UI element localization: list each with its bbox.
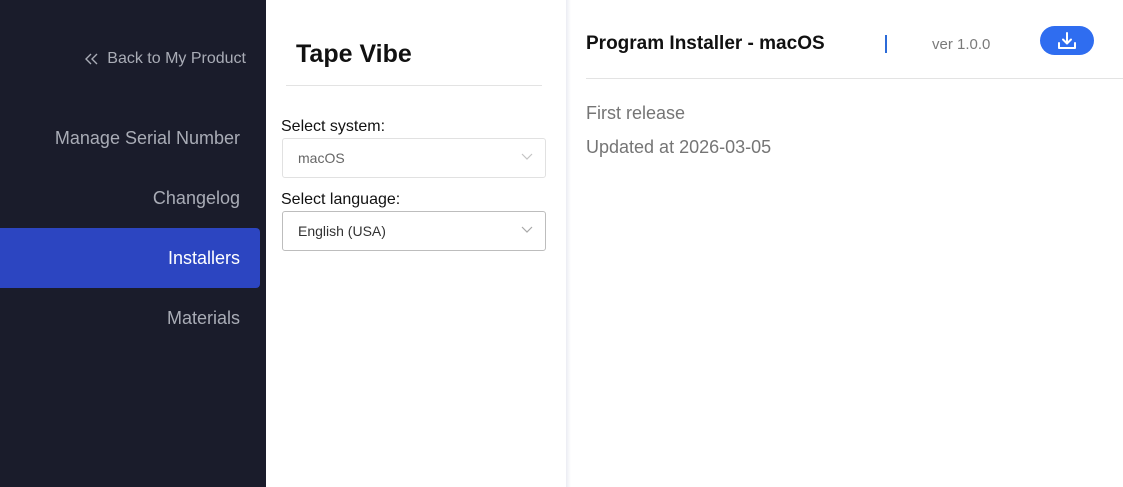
- release-note: First release: [586, 103, 686, 123]
- sidebar-item-materials[interactable]: Materials: [0, 288, 260, 348]
- sidebar-item-label: Changelog: [152, 187, 240, 208]
- chevron-down-icon: [521, 153, 533, 160]
- sidebar-item-installers[interactable]: Installers: [0, 228, 260, 288]
- language-select-value: English (USA): [298, 223, 386, 239]
- download-button[interactable]: [1040, 26, 1094, 55]
- back-to-product-link[interactable]: Back to My Product: [85, 49, 246, 69]
- sidebar-item-label: Manage Serial Number: [54, 127, 240, 148]
- sidebar-item-label: Materials: [166, 307, 240, 328]
- chevron-down-icon: [521, 226, 533, 233]
- installer-detail-panel: Program Installer - macOS ver 1.0.0 Firs…: [571, 0, 1123, 487]
- sidebar-item-manage-serial-number[interactable]: Manage Serial Number: [0, 108, 260, 168]
- version-label: ver 1.0.0: [932, 36, 991, 53]
- sidebar-item-changelog[interactable]: Changelog: [0, 168, 260, 228]
- language-label: Select language:: [281, 191, 401, 208]
- updated-at-text: Updated at 2026-03-05: [586, 137, 772, 157]
- download-icon: [1058, 31, 1076, 49]
- product-title: Tape Vibe: [296, 40, 412, 68]
- detail-divider: [586, 78, 1123, 79]
- selector-panel: Tape Vibe Select system: macOS Select la…: [266, 0, 566, 487]
- system-label: Select system:: [281, 118, 386, 135]
- system-select[interactable]: macOS: [282, 138, 546, 178]
- back-link-label: Back to My Product: [107, 50, 246, 67]
- installer-title: Program Installer - macOS: [586, 33, 825, 54]
- sidebar-item-label: Installers: [167, 247, 240, 268]
- language-select[interactable]: English (USA): [282, 211, 546, 251]
- title-divider: [286, 85, 542, 86]
- system-select-value: macOS: [298, 150, 345, 166]
- sidebar: Back to My Product Manage Serial Number …: [0, 0, 266, 487]
- title-accent-bar: [885, 35, 887, 53]
- double-chevron-left-icon: [85, 53, 98, 65]
